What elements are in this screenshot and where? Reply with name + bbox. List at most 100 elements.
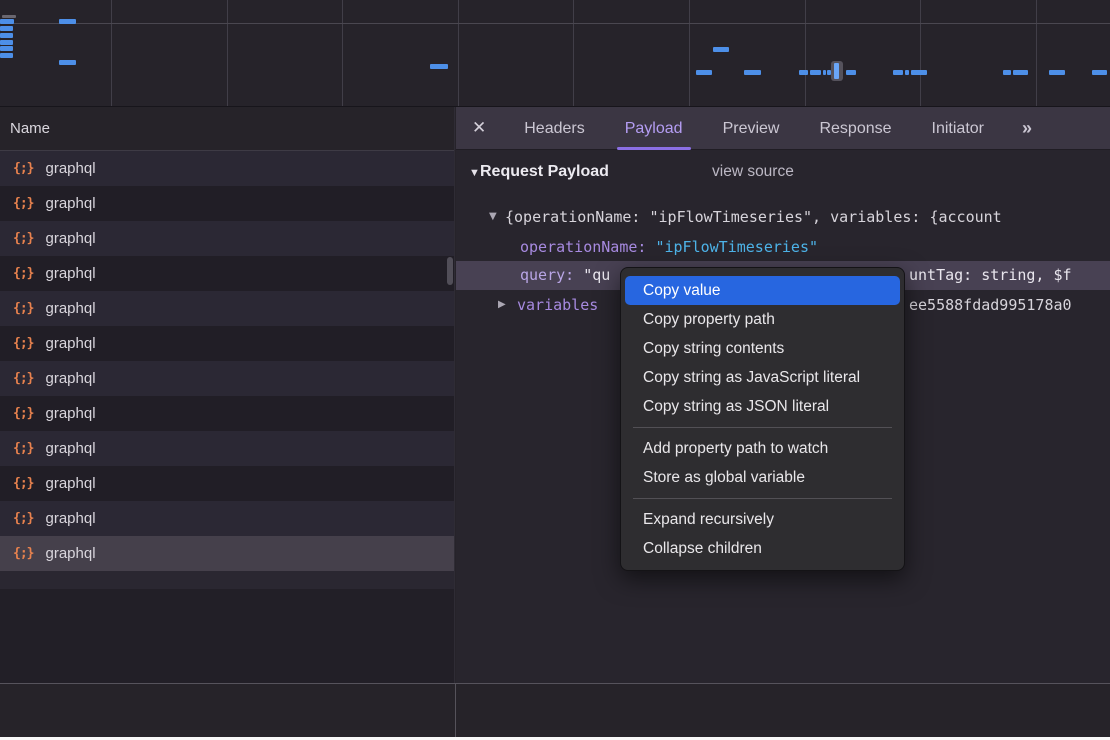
request-timing-bar xyxy=(59,60,76,65)
request-timing-bar xyxy=(0,19,14,24)
scrollbar-thumb[interactable] xyxy=(447,257,453,285)
request-name-label: graphql xyxy=(45,545,95,562)
menu-item-store-as-global-variable[interactable]: Store as global variable xyxy=(625,463,900,492)
request-list: {;} graphql {;} graphql {;} graphql {;} graphql… xyxy=(0,151,454,571)
payload-root-row[interactable]: ▼ {operationName: "ipFlowTimeseries", va… xyxy=(456,202,1110,232)
property-value: "ipFlowTimeseries" xyxy=(655,238,818,256)
request-timing-bar xyxy=(713,47,729,52)
request-name-label: graphql xyxy=(45,440,95,457)
request-row[interactable]: {;}graphql xyxy=(0,501,454,536)
tab-headers[interactable]: Headers xyxy=(522,107,586,150)
json-braces-icon: {;} xyxy=(13,406,33,421)
overview-gridline xyxy=(111,0,112,106)
menu-item-add-property-path-to-watch[interactable]: Add property path to watch xyxy=(625,434,900,463)
request-timing-bar xyxy=(0,40,13,45)
json-braces-icon: {;} xyxy=(13,336,33,351)
request-name-label: graphql xyxy=(45,475,95,492)
request-row[interactable]: {;}graphql xyxy=(0,221,454,256)
payload-operationname-row[interactable]: operationName: "ipFlowTimeseries" xyxy=(456,232,1110,262)
request-timing-bar xyxy=(846,70,856,75)
overview-lane-divider xyxy=(0,23,1110,24)
request-timing-bar xyxy=(744,70,761,75)
request-row[interactable]: {;} graphql xyxy=(0,186,454,221)
expanded-triangle-icon[interactable]: ▼ xyxy=(489,202,497,232)
detail-tab-bar: ✕ Headers Payload Preview Response Initiator… xyxy=(456,107,1110,150)
request-name-label: graphql xyxy=(45,230,95,247)
property-key: operationName: xyxy=(520,238,646,256)
request-name-label: graphql xyxy=(45,300,95,317)
request-timing-bar xyxy=(1092,70,1107,75)
request-timing-bar xyxy=(430,64,448,69)
overview-gridline xyxy=(1036,0,1037,106)
status-footer xyxy=(0,683,1110,737)
menu-separator xyxy=(633,427,892,428)
tab-payload[interactable]: Payload xyxy=(623,107,685,150)
overview-gridline xyxy=(573,0,574,106)
tab-response[interactable]: Response xyxy=(817,107,893,150)
column-header-label: Name xyxy=(10,120,50,137)
json-braces-icon: {;} xyxy=(13,301,33,316)
close-icon[interactable]: ✕ xyxy=(472,118,486,138)
payload-root-preview: {operationName: "ipFlowTimeseries", vari… xyxy=(505,202,1002,232)
request-timing-bar xyxy=(0,33,13,38)
property-value-left-fragment: "qu xyxy=(574,266,610,284)
overview-gridline xyxy=(342,0,343,106)
menu-item-expand-recursively[interactable]: Expand recursively xyxy=(625,505,900,534)
request-name-label: graphql xyxy=(45,405,95,422)
request-timing-bar xyxy=(1049,70,1065,75)
request-name-label: graphql xyxy=(45,160,95,177)
tab-preview[interactable]: Preview xyxy=(721,107,782,150)
request-name-label: graphql xyxy=(45,265,95,282)
menu-separator xyxy=(633,498,892,499)
property-value-right-fragment: untTag: string, $f xyxy=(909,261,1072,290)
overview-selected-request-marker xyxy=(831,61,843,81)
request-list-panel: Name {;}graphql{;}graphql{;}graphql{;}gr… xyxy=(0,107,455,683)
overview-gridline xyxy=(689,0,690,106)
request-row[interactable]: {;} graphql xyxy=(0,291,454,326)
network-overview-timeline[interactable] xyxy=(0,0,1110,107)
overview-selected-bar xyxy=(834,63,839,79)
overview-gridline xyxy=(805,0,806,106)
section-expanded-icon[interactable]: ▼ xyxy=(469,158,480,188)
request-row[interactable]: {;} graphql xyxy=(0,256,454,291)
json-braces-icon: {;} xyxy=(13,266,33,281)
property-key: query: xyxy=(520,266,574,284)
request-row[interactable]: {;}graphql xyxy=(0,431,454,466)
overview-gridline xyxy=(458,0,459,106)
section-title: Request Payload xyxy=(480,157,609,187)
request-timing-bar xyxy=(905,70,909,75)
request-timing-bar xyxy=(810,70,821,75)
request-timing-bar xyxy=(696,70,712,75)
request-row[interactable]: {;} graphql xyxy=(0,396,454,431)
empty-row-stripe xyxy=(0,571,454,589)
view-source-link[interactable]: view source xyxy=(712,157,794,187)
request-timing-bar xyxy=(2,15,16,18)
menu-item-copy-string-as-json-literal[interactable]: Copy string as JSON literal xyxy=(625,392,900,421)
request-row[interactable]: {;} graphql xyxy=(0,151,454,186)
request-row[interactable]: {;}graphql xyxy=(0,536,454,571)
request-row[interactable]: {;}graphql xyxy=(0,361,454,396)
json-braces-icon: {;} xyxy=(13,161,33,176)
overview-gridline xyxy=(920,0,921,106)
collapsed-triangle-icon[interactable]: ▶ xyxy=(498,290,506,320)
json-braces-icon: {;} xyxy=(13,511,33,526)
request-timing-bar xyxy=(0,26,13,31)
network-main-split: Name {;}graphql{;}graphql{;}graphql{;}gr… xyxy=(0,107,1110,683)
request-timing-bar xyxy=(799,70,808,75)
request-row[interactable]: {;}graphql xyxy=(0,466,454,501)
more-tabs-icon[interactable]: » xyxy=(1022,118,1030,139)
tab-initiator[interactable]: Initiator xyxy=(930,107,986,150)
menu-item-collapse-children[interactable]: Collapse children xyxy=(625,534,900,563)
menu-item-copy-property-path[interactable]: Copy property path xyxy=(625,305,900,334)
menu-item-copy-string-as-javascript-literal[interactable]: Copy string as JavaScript literal xyxy=(625,363,900,392)
request-timing-bar xyxy=(911,70,927,75)
request-timing-bar xyxy=(1013,70,1028,75)
request-row[interactable]: {;}graphql xyxy=(0,326,454,361)
request-timing-bar xyxy=(823,70,826,75)
json-braces-icon: {;} xyxy=(13,196,33,211)
menu-item-copy-string-contents[interactable]: Copy string contents xyxy=(625,334,900,363)
request-name-label: graphql xyxy=(45,195,95,212)
property-value-right-fragment: ee5588fdad995178a0 xyxy=(909,290,1072,320)
menu-item-copy-value[interactable]: Copy value xyxy=(625,276,900,305)
column-header-name[interactable]: Name xyxy=(0,107,454,151)
